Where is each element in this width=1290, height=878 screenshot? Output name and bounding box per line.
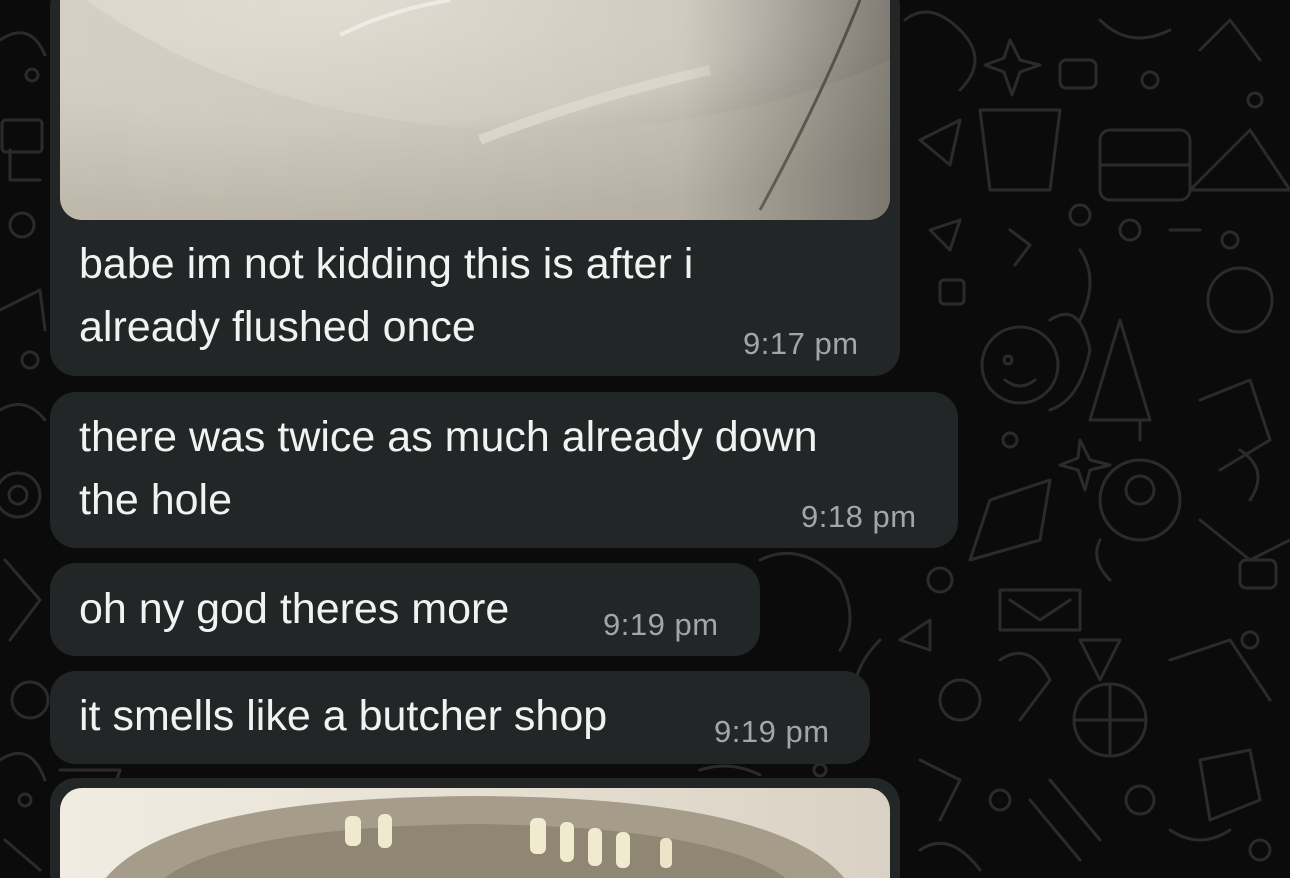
message-text-line: the hole <box>79 476 233 524</box>
message-photo-bottom[interactable] <box>60 788 890 878</box>
message-timestamp: 9:18 pm <box>801 499 917 534</box>
message-text-line: there was twice as much already down <box>79 413 818 461</box>
message-text-line: oh ny god theres more <box>79 585 510 633</box>
text-message-bubble[interactable]: it smells like a butcher shop 9:19 pm <box>50 671 870 764</box>
message-timestamp: 9:19 pm <box>714 714 830 749</box>
message-timestamp: 9:17 pm <box>743 326 859 361</box>
message-text-line: already flushed once <box>79 303 476 351</box>
text-message-bubble[interactable]: there was twice as much already down the… <box>50 392 958 548</box>
chat-view[interactable]: babe im not kidding this is after i alre… <box>0 0 1290 878</box>
photo-image <box>60 788 890 878</box>
message-photo-top[interactable] <box>60 0 890 220</box>
text-message-bubble[interactable]: oh ny god theres more 9:19 pm <box>50 563 760 656</box>
message-text-line: babe im not kidding this is after i <box>79 240 694 288</box>
message-text-line: it smells like a butcher shop <box>79 692 608 740</box>
photo-image <box>60 0 890 220</box>
message-timestamp: 9:19 pm <box>603 607 719 642</box>
